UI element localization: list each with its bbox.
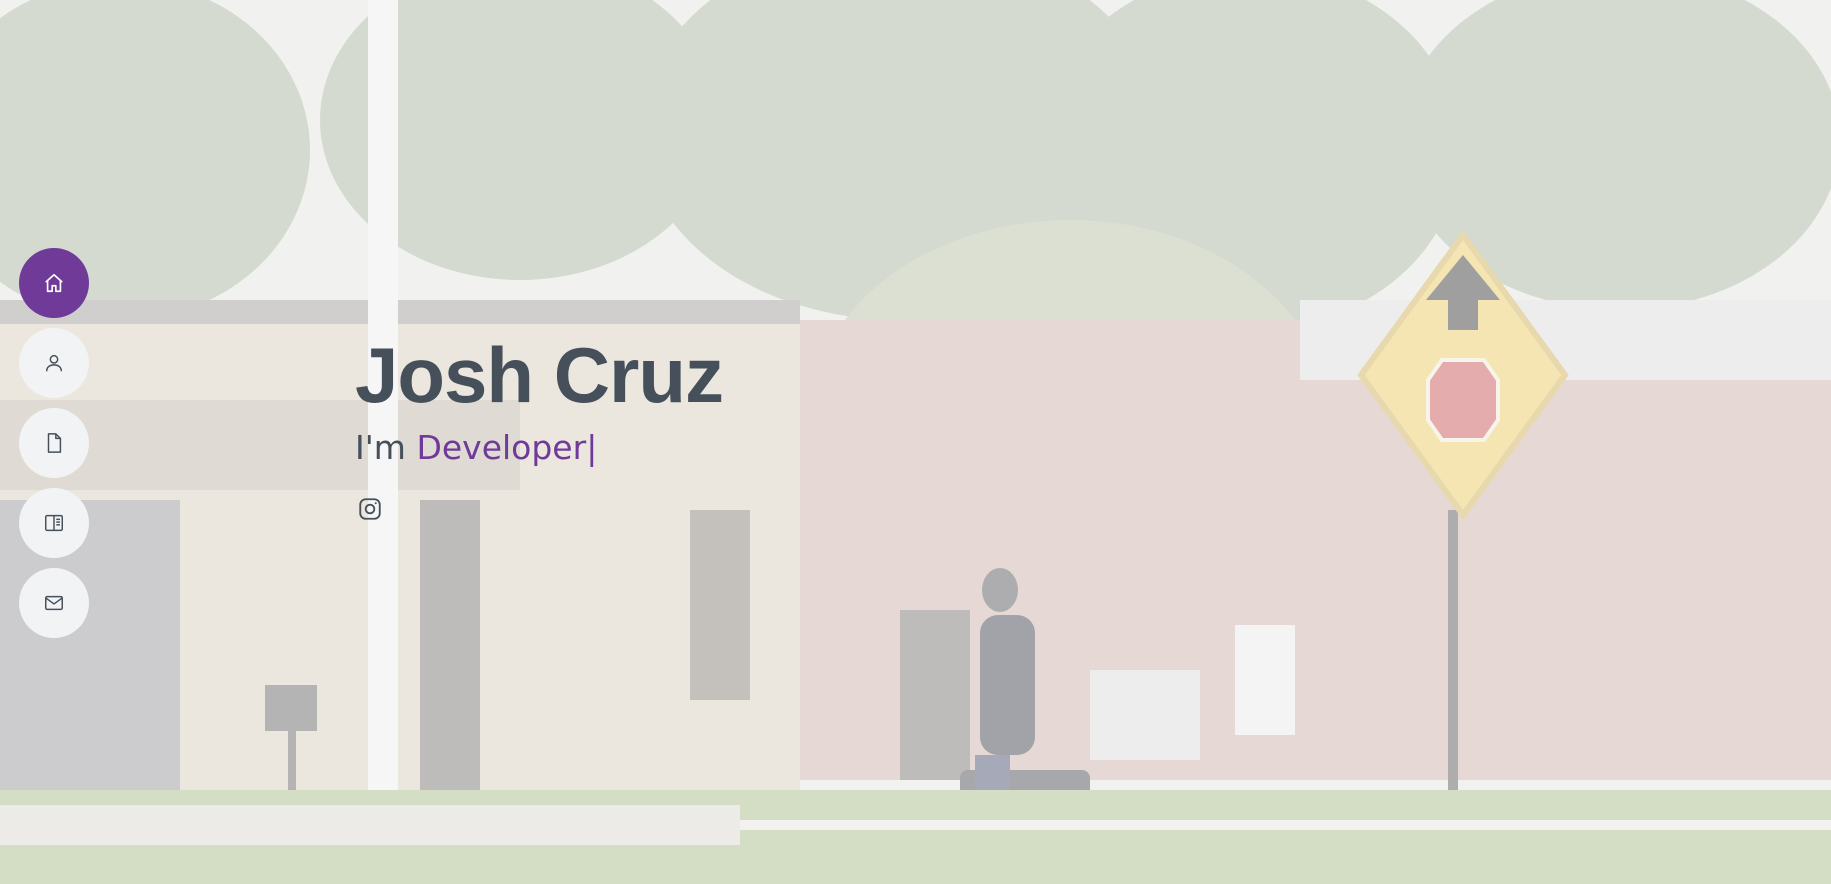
page: Josh Cruz I'm Developer| [0, 0, 1831, 884]
nav-resume[interactable] [19, 408, 89, 478]
hero-prefix: I'm [355, 428, 417, 467]
person-icon [45, 354, 63, 372]
home-icon [45, 273, 63, 293]
hero-name: Josh Cruz [355, 331, 724, 419]
hero-section: Josh Cruz I'm Developer| [355, 330, 1055, 524]
book-half-icon [45, 514, 63, 532]
instagram-icon [359, 498, 381, 520]
nav-home[interactable] [19, 248, 89, 318]
typed-role: Developer [416, 428, 587, 467]
side-nav [19, 248, 89, 648]
hero-subtitle: I'm Developer| [355, 426, 1055, 470]
envelope-icon [45, 595, 63, 611]
typed-caret: | [586, 428, 598, 467]
instagram-link[interactable] [355, 494, 385, 524]
social-links [355, 494, 1055, 524]
nav-about[interactable] [19, 328, 89, 398]
nav-portfolio[interactable] [19, 488, 89, 558]
file-icon [47, 433, 62, 453]
nav-contact[interactable] [19, 568, 89, 638]
